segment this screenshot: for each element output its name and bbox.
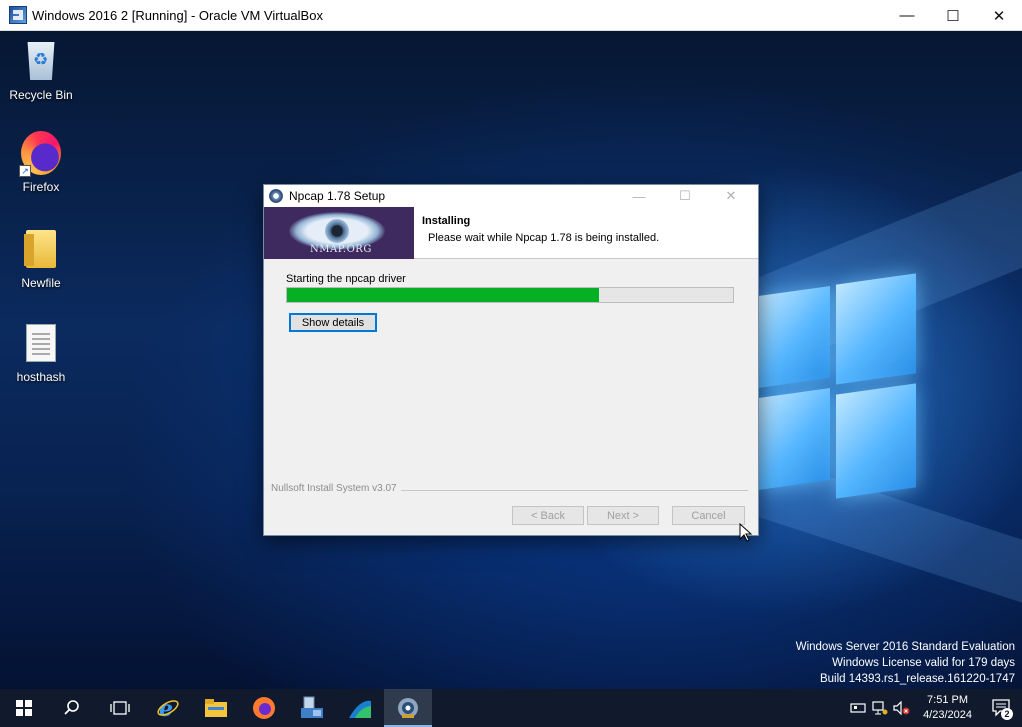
nmap-banner: NMAP.ORG: [264, 207, 414, 259]
cancel-button[interactable]: Cancel: [672, 506, 745, 525]
watermark-line: Windows Server 2016 Standard Evaluation: [795, 641, 1015, 653]
dialog-title: Npcap 1.78 Setup: [289, 189, 386, 203]
mouse-cursor-icon: [739, 523, 753, 542]
host-window-title: Windows 2016 2 [Running] - Oracle VM Vir…: [32, 7, 323, 23]
dialog-minimize-button[interactable]: —: [616, 185, 662, 207]
desktop-icon-label: Newfile: [21, 276, 61, 290]
dialog-maximize-button[interactable]: ☐: [662, 185, 708, 207]
progress-fill: [287, 288, 600, 302]
taskbar-firefox[interactable]: [240, 689, 288, 727]
notification-count-badge: 2: [1001, 708, 1013, 720]
watermark-line: Windows License valid for 179 days: [832, 657, 1015, 669]
folder-icon: [24, 230, 56, 268]
next-button[interactable]: Next >: [587, 506, 659, 525]
tray-network-icon[interactable]: [869, 689, 891, 727]
task-view-button[interactable]: [96, 689, 144, 727]
recycle-bin-icon: [27, 42, 55, 80]
dialog-header: NMAP.ORG Installing Please wait while Np…: [264, 207, 758, 259]
watermark-line: Build 14393.rs1_release.161220-1747: [819, 673, 1015, 685]
file-explorer-icon: [205, 699, 227, 717]
install-progress-bar: [286, 287, 734, 303]
virtualbox-icon: [9, 6, 27, 24]
taskbar-npcap-setup[interactable]: [384, 689, 432, 727]
clock-time: 7:51 PM: [927, 694, 969, 706]
banner-text: NMAP.ORG: [310, 244, 372, 255]
desktop-icon-label: Recycle Bin: [9, 88, 73, 102]
show-details-button[interactable]: Show details: [289, 313, 377, 332]
host-window-controls: — ☐ ✕: [884, 0, 1022, 31]
header-title: Installing: [422, 215, 471, 227]
internet-explorer-icon: e: [157, 696, 179, 720]
back-button[interactable]: < Back: [512, 506, 584, 525]
windows-start-icon: [16, 700, 32, 716]
dialog-close-button[interactable]: ✕: [708, 185, 754, 207]
host-titlebar: Windows 2016 2 [Running] - Oracle VM Vir…: [0, 0, 1022, 31]
text-file-icon: [26, 324, 56, 362]
windows-evaluation-watermark: Windows Server 2016 Standard Evaluation …: [796, 639, 1015, 687]
header-subtitle: Please wait while Npcap 1.78 is being in…: [428, 232, 660, 244]
firefox-icon: ↗: [19, 131, 61, 177]
wireshark-icon: [349, 700, 371, 718]
task-view-icon: [110, 701, 130, 715]
action-center-button[interactable]: 2: [982, 689, 1022, 727]
close-button[interactable]: ✕: [976, 0, 1022, 31]
minimize-button[interactable]: —: [884, 0, 930, 31]
shortcut-arrow-icon: ↗: [19, 165, 31, 177]
desktop-icon-label: hosthash: [16, 370, 66, 384]
server-manager-icon: [301, 696, 323, 718]
windows-logo-wallpaper: [752, 261, 922, 541]
taskbar-clock[interactable]: 7:51 PM 4/23/2024: [923, 693, 972, 723]
taskbar-internet-explorer[interactable]: e: [144, 689, 192, 727]
taskbar-wireshark[interactable]: [336, 689, 384, 727]
system-tray: 7:51 PM 4/23/2024 2: [847, 689, 1022, 727]
desktop-icon-firefox[interactable]: ↗ Firefox: [1, 131, 81, 194]
npcap-setup-dialog: Npcap 1.78 Setup — ☐ ✕ NMAP.ORG Installi…: [263, 184, 759, 536]
taskbar: e 7:51 PM 4/23/2024 2: [0, 689, 1022, 727]
tray-network-adapter-icon[interactable]: [847, 689, 869, 727]
nsis-branding-text: Nullsoft Install System v3.07: [271, 483, 401, 494]
desktop-icon-newfile[interactable]: Newfile: [1, 227, 81, 290]
tray-volume-muted-icon[interactable]: [891, 689, 913, 727]
start-button[interactable]: [0, 689, 48, 727]
npcap-setup-icon: [398, 698, 418, 718]
dialog-titlebar: Npcap 1.78 Setup — ☐ ✕: [264, 185, 758, 207]
desktop-icon-hosthash[interactable]: hosthash: [1, 321, 81, 384]
desktop-icon-recycle-bin[interactable]: Recycle Bin: [1, 39, 81, 102]
install-status-text: Starting the npcap driver: [286, 273, 406, 285]
clock-date: 4/23/2024: [923, 709, 972, 721]
search-icon: [64, 700, 79, 715]
taskbar-server-manager[interactable]: [288, 689, 336, 727]
desktop-icon-label: Firefox: [22, 180, 60, 194]
search-button[interactable]: [48, 689, 96, 727]
dialog-body: Starting the npcap driver Show details N…: [264, 259, 758, 535]
taskbar-file-explorer[interactable]: [192, 689, 240, 727]
firefox-icon: [253, 697, 275, 719]
maximize-button[interactable]: ☐: [930, 0, 976, 31]
npcap-icon: [269, 189, 283, 203]
